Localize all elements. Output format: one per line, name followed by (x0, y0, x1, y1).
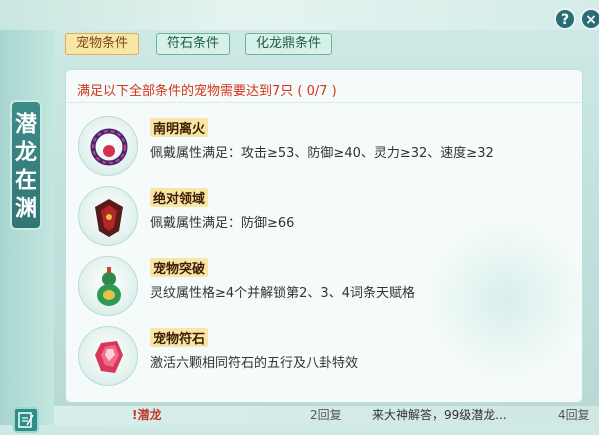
item-description: 激活六颗相同符石的五行及八卦特效 (150, 356, 359, 371)
side-panel: 潜龙在渊 (0, 30, 54, 433)
background-forum-strip: !潜龙 2回复 来大神解答，99级潜龙... 4回复 (54, 406, 599, 425)
requirement-header: 满足以下全部条件的宠物需要达到7只 ( 0/7 ) (77, 84, 337, 99)
footer-reply-count: 2回复 (310, 408, 342, 422)
tab-rune-conditions[interactable]: 符石条件 (156, 33, 231, 55)
item-title: 宠物突破 (150, 258, 209, 277)
footer-thread-text: 来大神解答，99级潜龙... (372, 408, 507, 422)
condition-item: 宠物符石 激活六颗相同符石的五行及八卦特效 (78, 326, 578, 390)
tab-dragon-cauldron-conditions[interactable]: 化龙鼎条件 (245, 33, 333, 55)
tab-pet-conditions[interactable]: 宠物条件 (65, 33, 140, 55)
conditions-panel: 满足以下全部条件的宠物需要达到7只 ( 0/7 ) 南明离火 佩戴属性满足：攻击… (65, 69, 583, 403)
help-button[interactable]: ? (554, 8, 576, 30)
footer-left-text: !潜龙 (132, 408, 162, 422)
condition-item: 南明离火 佩戴属性满足：攻击≥53、防御≥40、灵力≥32、速度≥32 (78, 116, 578, 180)
condition-item: 宠物突破 灵纹属性格≥4个并解锁第2、3、4词条天赋格 (78, 256, 578, 320)
item-description: 灵纹属性格≥4个并解锁第2、3、4词条天赋格 (150, 286, 415, 301)
condition-item: 绝对领域 佩戴属性满足：防御≥66 (78, 186, 578, 250)
item-description: 佩戴属性满足：攻击≥53、防御≥40、灵力≥32、速度≥32 (150, 146, 494, 161)
divider (66, 102, 582, 103)
gourd-icon (78, 256, 138, 316)
close-button[interactable]: × (580, 8, 599, 30)
side-title: 潜龙在渊 (10, 100, 42, 230)
edit-icon[interactable] (13, 407, 39, 433)
item-description: 佩戴属性满足：防御≥66 (150, 216, 295, 231)
armor-icon (78, 186, 138, 246)
fire-ring-icon (78, 116, 138, 176)
crystal-icon (78, 326, 138, 386)
footer-reply-count-2: 4回复 (558, 408, 590, 422)
item-title: 南明离火 (150, 118, 209, 137)
top-decoration (0, 0, 599, 30)
item-title: 绝对领域 (150, 188, 209, 207)
item-title: 宠物符石 (150, 328, 209, 347)
